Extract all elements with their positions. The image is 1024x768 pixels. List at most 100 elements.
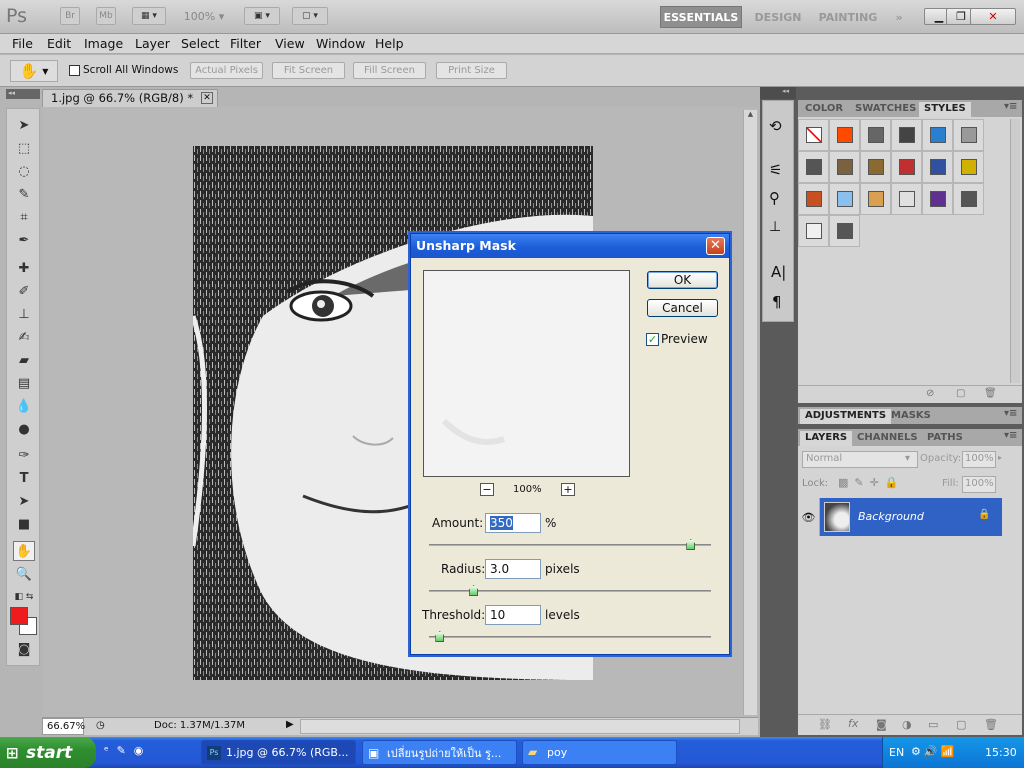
menu-layer[interactable]: Layer bbox=[135, 36, 170, 51]
style-swatch[interactable] bbox=[798, 215, 829, 247]
workspace-design[interactable]: DESIGN bbox=[748, 6, 808, 28]
history-panel-icon[interactable]: ⟲ bbox=[769, 117, 782, 135]
clone-stamp-tool-icon[interactable]: ⊥ bbox=[13, 304, 35, 324]
new-style-icon[interactable]: ▢ bbox=[956, 388, 965, 399]
zoom-percentage-field[interactable]: 66.67% bbox=[42, 718, 85, 735]
cancel-button[interactable]: Cancel bbox=[647, 299, 718, 317]
style-swatch[interactable] bbox=[860, 119, 891, 151]
marquee-tool-icon[interactable]: ⬚ bbox=[13, 138, 35, 158]
dodge-tool-icon[interactable]: ● bbox=[13, 419, 35, 439]
mini-bridge-button[interactable]: Mb bbox=[96, 7, 116, 25]
eraser-tool-icon[interactable]: ▰ bbox=[13, 350, 35, 370]
threshold-slider-thumb[interactable] bbox=[435, 631, 445, 642]
link-layers-icon[interactable]: ⛓ bbox=[818, 718, 832, 731]
panel-menu-icon[interactable]: ▾≡ bbox=[1004, 430, 1017, 441]
radius-slider-thumb[interactable] bbox=[469, 585, 479, 596]
adjustment-layer-icon[interactable]: ◑ bbox=[902, 718, 912, 731]
panel-menu-icon[interactable]: ▾≡ bbox=[1004, 101, 1017, 112]
close-document-icon[interactable]: ✕ bbox=[201, 92, 213, 104]
close-button[interactable]: ✕ bbox=[970, 8, 1016, 25]
style-swatch[interactable] bbox=[953, 183, 984, 215]
style-swatch[interactable] bbox=[798, 183, 829, 215]
panel-menu-icon[interactable]: ▾≡ bbox=[1004, 408, 1017, 419]
style-swatch[interactable] bbox=[922, 151, 953, 183]
add-mask-icon[interactable]: ◙ bbox=[876, 718, 887, 731]
crop-tool-icon[interactable]: ⌗ bbox=[13, 207, 35, 227]
workspace-essentials[interactable]: ESSENTIALS bbox=[660, 6, 742, 28]
style-swatch[interactable] bbox=[891, 183, 922, 215]
move-tool-icon[interactable]: ➤ bbox=[13, 115, 35, 135]
menu-image[interactable]: Image bbox=[84, 36, 123, 51]
document-tab[interactable]: 1.jpg @ 66.7% (RGB/8) * ✕ bbox=[42, 89, 218, 107]
tab-styles[interactable]: STYLES bbox=[919, 102, 971, 117]
amount-input[interactable]: 350 bbox=[485, 513, 541, 533]
layer-visibility-eye-icon[interactable]: 👁 bbox=[798, 498, 820, 536]
workspace-painting[interactable]: PAINTING bbox=[814, 6, 882, 28]
quick-launch-icons[interactable]: ᵉ✎◉ bbox=[104, 744, 151, 757]
default-colors-icon[interactable]: ◧ ⇆ bbox=[13, 587, 35, 607]
status-options-icon[interactable]: ◷ bbox=[96, 720, 105, 731]
hand-tool-icon[interactable]: ✋ bbox=[13, 541, 35, 561]
preview-zoom-in-button[interactable]: + bbox=[561, 483, 575, 496]
print-size-button[interactable]: Print Size bbox=[436, 62, 507, 79]
menu-window[interactable]: Window bbox=[316, 36, 365, 51]
style-swatch[interactable] bbox=[829, 183, 860, 215]
tab-channels[interactable]: CHANNELS bbox=[852, 431, 923, 446]
character-panel-icon[interactable]: A| bbox=[771, 263, 786, 281]
clear-style-icon[interactable]: ⊘ bbox=[926, 388, 934, 399]
horizontal-scrollbar[interactable] bbox=[300, 719, 740, 734]
preview-checkbox[interactable]: ✓ bbox=[646, 333, 659, 346]
tray-icons[interactable]: ⚙🔊📶 bbox=[911, 745, 957, 758]
path-selection-tool-icon[interactable]: ➤ bbox=[13, 491, 35, 511]
tool-presets-icon[interactable]: ⊥ bbox=[769, 219, 781, 235]
collapse-icon[interactable]: ◂◂ bbox=[782, 87, 789, 95]
menu-filter[interactable]: Filter bbox=[230, 36, 261, 51]
style-swatch[interactable] bbox=[922, 119, 953, 151]
tab-swatches[interactable]: SWATCHES bbox=[850, 102, 921, 117]
amount-slider-track[interactable] bbox=[429, 544, 711, 546]
arrange-documents-button[interactable]: ▣ ▾ bbox=[244, 7, 280, 25]
layer-row-background[interactable]: Background 🔒 bbox=[820, 498, 1002, 536]
foreground-color-swatch[interactable] bbox=[10, 607, 28, 625]
style-swatch[interactable] bbox=[829, 151, 860, 183]
style-swatch[interactable] bbox=[829, 215, 860, 247]
new-group-icon[interactable]: ▭ bbox=[928, 718, 938, 731]
eyedropper-tool-icon[interactable]: ✒ bbox=[13, 230, 35, 250]
zoom-level-dropdown[interactable]: 100% ▾ bbox=[178, 7, 230, 25]
language-indicator[interactable]: EN bbox=[889, 746, 904, 759]
tab-masks[interactable]: MASKS bbox=[886, 409, 936, 424]
style-swatch[interactable] bbox=[860, 183, 891, 215]
scroll-all-windows-checkbox[interactable] bbox=[69, 65, 80, 76]
style-swatch[interactable] bbox=[829, 119, 860, 151]
new-layer-icon[interactable]: ▢ bbox=[956, 718, 966, 731]
styles-scrollbar[interactable] bbox=[1010, 119, 1020, 383]
quick-selection-tool-icon[interactable]: ✎ bbox=[13, 184, 35, 204]
style-swatch[interactable] bbox=[953, 119, 984, 151]
menu-select[interactable]: Select bbox=[181, 36, 220, 51]
actual-pixels-button[interactable]: Actual Pixels bbox=[190, 62, 263, 79]
delete-layer-icon[interactable]: 🗑 bbox=[984, 718, 998, 731]
tab-layers[interactable]: LAYERS bbox=[800, 431, 853, 446]
blend-mode-select[interactable]: Normal ▾ bbox=[802, 451, 918, 468]
screen-mode-button[interactable]: ▢ ▾ bbox=[292, 7, 328, 25]
type-tool-icon[interactable]: T bbox=[13, 468, 35, 488]
ok-button[interactable]: OK bbox=[647, 271, 718, 289]
radius-input[interactable]: 3.0 bbox=[485, 559, 541, 579]
taskbar-document[interactable]: ▣ เปลี่ยนรูปถ่ายให้เป็น รู... bbox=[362, 740, 517, 765]
history-brush-tool-icon[interactable]: ✍ bbox=[13, 327, 35, 347]
menu-help[interactable]: Help bbox=[375, 36, 404, 51]
opacity-field[interactable]: 100% bbox=[962, 451, 996, 468]
preview-zoom-out-button[interactable]: − bbox=[480, 483, 494, 496]
paragraph-panel-icon[interactable]: ¶ bbox=[772, 293, 782, 311]
brush-panel-icon[interactable]: ⚟ bbox=[769, 161, 782, 179]
toolbox-collapse[interactable]: ◂◂ bbox=[6, 89, 40, 99]
style-none-swatch[interactable] bbox=[798, 119, 829, 151]
dialog-close-icon[interactable]: ✕ bbox=[706, 237, 725, 255]
tab-paths[interactable]: PATHS bbox=[922, 431, 968, 446]
style-swatch[interactable] bbox=[860, 151, 891, 183]
style-swatch[interactable] bbox=[891, 119, 922, 151]
start-button[interactable]: ⊞ start bbox=[0, 737, 96, 768]
status-menu-arrow-icon[interactable]: ▶ bbox=[286, 719, 294, 730]
threshold-input[interactable]: 10 bbox=[485, 605, 541, 625]
taskbar-folder[interactable]: ▰ poy bbox=[522, 740, 677, 765]
